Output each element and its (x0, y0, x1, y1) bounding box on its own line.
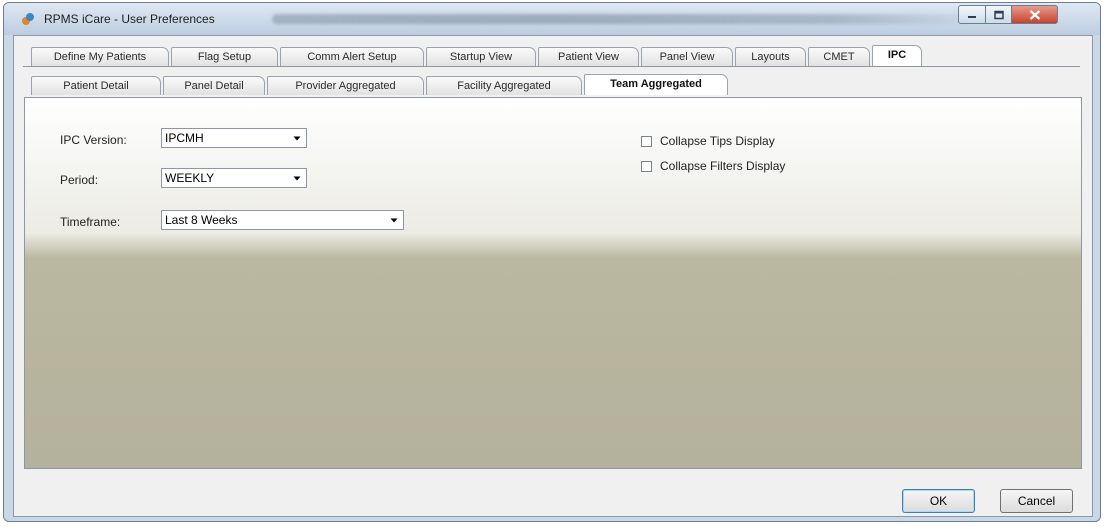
period-label: Period: (60, 173, 99, 187)
timeframe-value: Last 8 Weeks (165, 213, 238, 227)
window-title: RPMS iCare - User Preferences (44, 12, 215, 26)
chevron-down-icon[interactable] (290, 131, 304, 145)
close-button[interactable] (1011, 5, 1058, 24)
tab-strip-divider (23, 66, 1080, 67)
minimize-icon (968, 15, 976, 18)
collapse-tips-checkbox[interactable] (641, 136, 652, 147)
chevron-down-icon[interactable] (290, 171, 304, 185)
tab-facility-aggregated[interactable]: Facility Aggregated (426, 76, 582, 95)
tab-patient-detail[interactable]: Patient Detail (31, 76, 161, 95)
ok-button[interactable]: OK (902, 489, 975, 513)
ipc-version-select[interactable]: IPCMH (161, 128, 307, 148)
close-icon (1029, 9, 1040, 20)
tab-provider-aggregated[interactable]: Provider Aggregated (267, 76, 424, 95)
tab-define-my-patients[interactable]: Define My Patients (31, 47, 169, 66)
minimize-button[interactable] (958, 5, 986, 24)
ipc-version-label: IPC Version: (60, 133, 127, 147)
tab-layouts[interactable]: Layouts (735, 47, 806, 66)
tab-panel-view[interactable]: Panel View (641, 47, 733, 66)
collapse-filters-checkbox[interactable] (641, 161, 652, 172)
title-bar[interactable]: RPMS iCare - User Preferences (4, 3, 1100, 35)
preferences-client-area: Define My Patients Flag Setup Comm Alert… (13, 35, 1093, 517)
collapse-filters-label[interactable]: Collapse Filters Display (660, 159, 785, 173)
period-value: WEEKLY (165, 171, 215, 185)
main-tab-strip: Define My Patients Flag Setup Comm Alert… (14, 45, 1092, 67)
tab-cmet[interactable]: CMET (808, 47, 870, 66)
tab-patient-view[interactable]: Patient View (538, 47, 639, 66)
rpms-app-icon (22, 13, 34, 25)
tab-panel-detail[interactable]: Panel Detail (163, 76, 265, 95)
ipc-version-value: IPCMH (165, 131, 204, 145)
tab-team-aggregated[interactable]: Team Aggregated (584, 74, 728, 95)
timeframe-label: Timeframe: (60, 215, 121, 229)
timeframe-select[interactable]: Last 8 Weeks (161, 210, 404, 230)
team-aggregated-panel: IPC Version: IPCMH Period: WEEKLY Timefr… (24, 97, 1082, 469)
ipc-sub-tab-strip: Patient Detail Panel Detail Provider Agg… (14, 74, 1092, 96)
dialog-footer: OK Cancel (24, 469, 1082, 515)
chevron-down-icon[interactable] (387, 213, 401, 227)
maximize-icon (993, 10, 1004, 19)
tab-startup-view[interactable]: Startup View (426, 47, 536, 66)
collapse-tips-label[interactable]: Collapse Tips Display (660, 134, 775, 148)
maximize-button[interactable] (985, 5, 1012, 24)
tab-flag-setup[interactable]: Flag Setup (171, 47, 278, 66)
blurred-title-text (272, 14, 974, 24)
tab-comm-alert-setup[interactable]: Comm Alert Setup (280, 47, 424, 66)
tab-ipc[interactable]: IPC (872, 45, 922, 66)
cancel-button[interactable]: Cancel (1000, 489, 1073, 513)
preferences-window: RPMS iCare - User Preferences Define My … (3, 2, 1101, 522)
period-select[interactable]: WEEKLY (161, 168, 307, 188)
